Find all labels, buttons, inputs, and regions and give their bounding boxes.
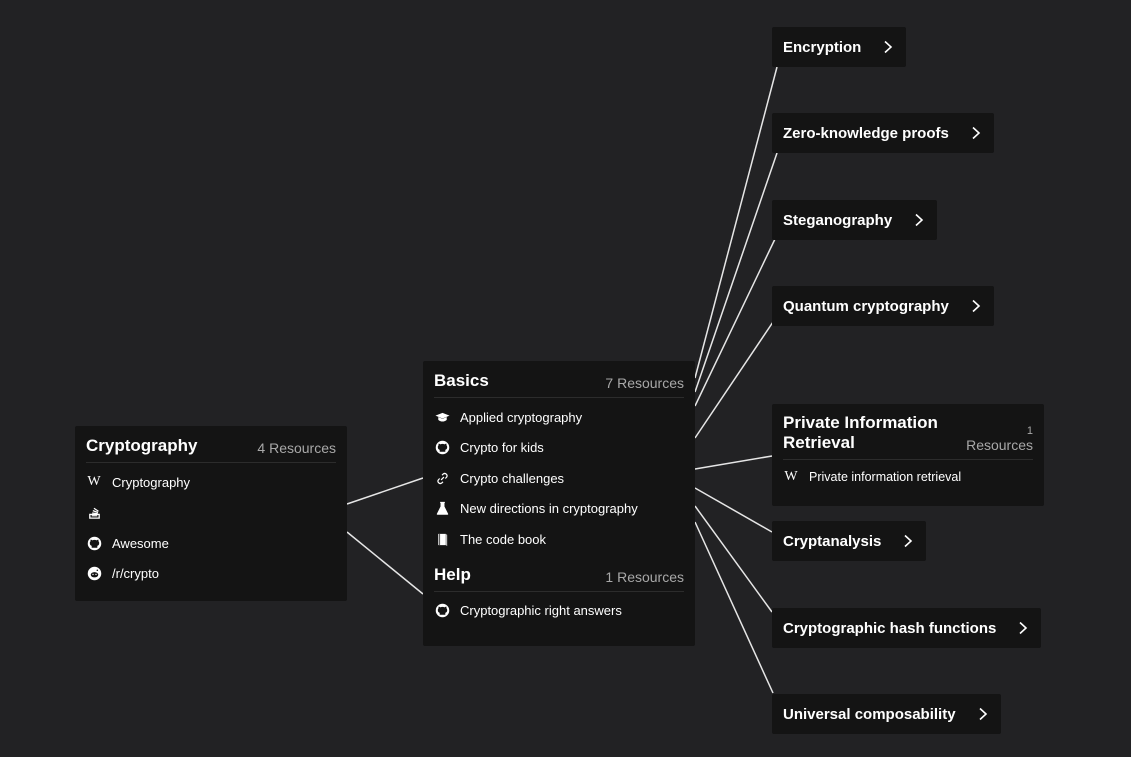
resource-label: New directions in cryptography (460, 501, 638, 517)
edge-center-pir (694, 455, 773, 470)
resource-reddit-crypto[interactable]: /r/crypto (86, 559, 336, 590)
pir-title: Private Information Retrieval (783, 413, 938, 452)
chevron-right-icon (972, 299, 981, 313)
topic-label: Zero-knowledge proofs (783, 124, 949, 142)
resource-crypto-challenges[interactable]: Crypto challenges (434, 463, 684, 494)
resource-label: The code book (460, 531, 547, 547)
resource-label: Cryptography (112, 474, 191, 490)
wikipedia-icon: W (784, 469, 798, 484)
resource-label: Crypto challenges (460, 470, 565, 486)
github-icon (434, 603, 450, 619)
chevron-right-icon (979, 707, 987, 721)
pir-count-number: 1 (1026, 425, 1033, 437)
resource-label: Applied cryptography (460, 409, 583, 425)
link-icon (434, 470, 450, 486)
flask-icon (434, 501, 450, 517)
topic-quantum-cryptography[interactable]: Quantum cryptography (772, 286, 994, 326)
book-icon (434, 531, 450, 547)
topic-steganography[interactable]: Steganography (772, 200, 938, 240)
help-header: Help 1 Resources (434, 565, 684, 592)
topic-label: Encryption (783, 38, 862, 56)
topic-label: Universal composability (783, 705, 956, 723)
pir-count: 1 Resources (966, 425, 1033, 453)
resource-label: Cryptographic right answers (460, 603, 622, 619)
chevron-right-icon (1019, 621, 1028, 635)
edge-center-cryptanalysis (694, 487, 773, 533)
resource-label: /r/crypto (112, 566, 159, 582)
root-node-title: Cryptography (86, 436, 198, 455)
resource-stackexchange[interactable] (86, 498, 336, 529)
resource-wikipedia-cryptography[interactable]: W Cryptography (86, 467, 336, 498)
topic-cryptanalysis[interactable]: Cryptanalysis (772, 521, 927, 561)
topic-label: Quantum cryptography (783, 297, 949, 315)
chevron-right-icon (904, 534, 913, 548)
edge-center-hash (694, 505, 773, 613)
resource-the-code-book[interactable]: The code book (434, 524, 684, 555)
resource-applied-cryptography[interactable]: Applied cryptography (434, 402, 684, 433)
edge-center-zkp (694, 152, 778, 393)
basics-title: Basics (434, 371, 489, 390)
edge-center-steganography (694, 238, 776, 407)
root-node-header: Cryptography 4 Resources (86, 436, 336, 463)
center-node-basics-help[interactable]: Basics 7 Resources Applied cryptography … (423, 361, 695, 646)
edge-root-basics (346, 477, 424, 505)
edge-root-help (346, 531, 424, 595)
topic-encryption[interactable]: Encryption (772, 27, 907, 67)
root-node-cryptography[interactable]: Cryptography 4 Resources W Cryptography … (75, 426, 347, 601)
github-icon (86, 535, 102, 551)
topic-label: Cryptanalysis (783, 532, 882, 550)
resource-label: Private information retrieval (809, 470, 962, 484)
resource-github-awesome[interactable]: Awesome (86, 528, 336, 559)
topic-cryptographic-hash-functions[interactable]: Cryptographic hash functions (772, 608, 1042, 648)
wikipedia-icon: W (87, 474, 101, 490)
github-icon (434, 440, 450, 456)
edge-center-encryption (694, 66, 778, 379)
edge-center-uc (694, 521, 774, 694)
chevron-right-icon (884, 40, 893, 54)
pir-header: Private Information Retrieval 1 Resource… (783, 413, 1033, 460)
reddit-icon (86, 566, 102, 582)
basics-count: 7 Resources (605, 375, 684, 391)
pir-count-word: Resources (966, 437, 1033, 453)
resource-label: Awesome (112, 535, 169, 551)
help-count: 1 Resources (605, 568, 684, 585)
topic-universal-composability[interactable]: Universal composability (772, 694, 1001, 734)
chevron-right-icon (915, 213, 924, 227)
resource-crypto-for-kids[interactable]: Crypto for kids (434, 433, 684, 464)
resource-new-directions[interactable]: New directions in cryptography (434, 494, 684, 525)
stackexchange-icon (86, 505, 102, 521)
basics-header: Basics 7 Resources (434, 371, 684, 398)
graduation-cap-icon (434, 409, 450, 425)
topic-label: Cryptographic hash functions (783, 619, 997, 637)
topic-zero-knowledge-proofs[interactable]: Zero-knowledge proofs (772, 113, 994, 153)
root-node-count: 4 Resources (257, 440, 336, 456)
resource-private-information-retrieval[interactable]: W Private information retrieval (783, 464, 1033, 490)
resource-cryptographic-right-answers[interactable]: Cryptographic right answers (434, 596, 684, 627)
chevron-right-icon (972, 126, 981, 140)
node-private-information-retrieval[interactable]: Private Information Retrieval 1 Resource… (772, 404, 1044, 506)
resource-label: Crypto for kids (460, 440, 544, 456)
help-title: Help (434, 564, 471, 584)
topic-label: Steganography (783, 211, 893, 229)
